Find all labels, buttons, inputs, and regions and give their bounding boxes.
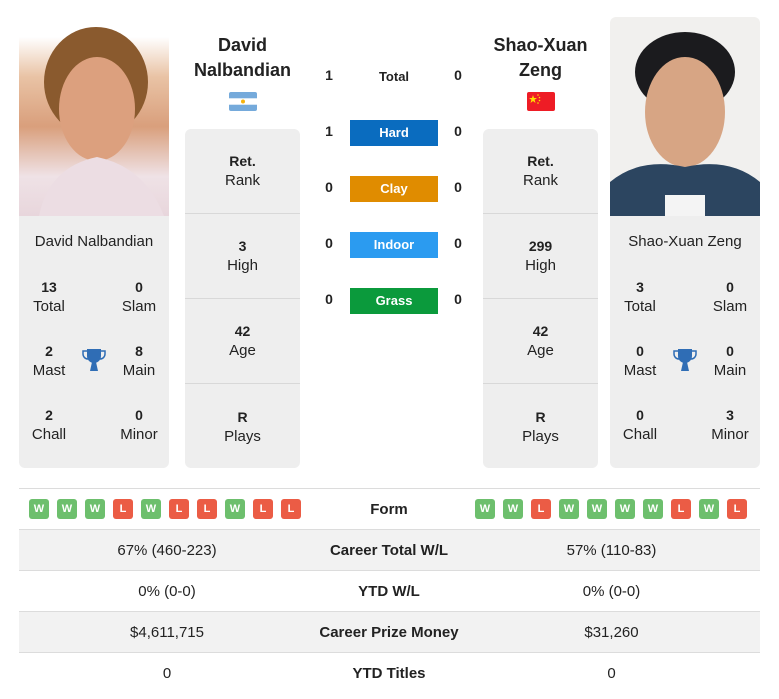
right-player-photo	[610, 17, 760, 216]
left-career-wl: 67% (460-223)	[117, 541, 217, 559]
left-titles-mast: 2 Mast	[32, 343, 66, 379]
form-badge-loss[interactable]: L	[253, 499, 273, 519]
form-badge-win[interactable]: W	[643, 499, 663, 519]
career-wl-label: Career Total W/L	[329, 541, 449, 559]
right-titles-minor: 3 Minor	[711, 407, 749, 443]
form-label: Form	[370, 500, 408, 518]
left-titles-chall: 2 Chall	[31, 407, 67, 443]
trophy-icon	[82, 347, 106, 378]
form-badge-win[interactable]: W	[615, 499, 635, 519]
form-badge-loss[interactable]: L	[197, 499, 217, 519]
h2h-indoor-left: 0	[325, 235, 333, 251]
left-plays: R Plays	[224, 408, 261, 445]
h2h-total-label: Total	[378, 69, 410, 84]
form-badge-loss[interactable]: L	[531, 499, 551, 519]
surface-clay-badge: Clay	[350, 176, 438, 202]
left-player-name[interactable]: David Nalbandian	[185, 33, 300, 83]
left-info-panel: Ret. Rank 3 High 42 Age R Plays	[185, 129, 300, 468]
right-plays: R Plays	[522, 408, 559, 445]
h2h-total-left: 1	[325, 67, 333, 83]
surface-grass-badge: Grass	[350, 288, 438, 314]
form-badge-win[interactable]: W	[475, 499, 495, 519]
form-badge-loss[interactable]: L	[281, 499, 301, 519]
prize-money-label: Career Prize Money	[319, 623, 459, 641]
form-badge-loss[interactable]: L	[113, 499, 133, 519]
right-ytd-titles: 0	[607, 664, 616, 682]
ytd-titles-label: YTD Titles	[352, 664, 426, 682]
left-ytd-titles: 0	[162, 664, 172, 682]
trophy-icon	[673, 347, 697, 378]
form-badge-win[interactable]: W	[29, 499, 49, 519]
form-badge-loss[interactable]: L	[727, 499, 747, 519]
right-player-name[interactable]: Shao-Xuan Zeng	[483, 33, 598, 83]
ytd-titles-row: 0 YTD Titles 0	[19, 652, 760, 693]
surface-indoor-badge: Indoor	[350, 232, 438, 258]
left-form: WWWLWLLWLL	[19, 499, 315, 519]
form-badge-loss[interactable]: L	[169, 499, 189, 519]
right-titles-mast: 0 Mast	[623, 343, 657, 379]
h2h-hard-left: 1	[325, 123, 333, 139]
right-prize-money: $31,260	[584, 623, 639, 641]
right-titles-total: 3 Total	[624, 279, 656, 315]
left-titles-main: 8 Main	[122, 343, 156, 379]
career-wl-row: 67% (460-223) Career Total W/L 57% (110-…	[19, 529, 760, 570]
form-badge-loss[interactable]: L	[671, 499, 691, 519]
ytd-wl-row: 0% (0-0) YTD W/L 0% (0-0)	[19, 570, 760, 611]
form-badge-win[interactable]: W	[559, 499, 579, 519]
right-ytd-wl: 0% (0-0)	[582, 582, 641, 600]
form-badge-win[interactable]: W	[503, 499, 523, 519]
h2h-indoor-right: 0	[454, 235, 462, 251]
left-player-fullname: David Nalbandian	[34, 233, 154, 250]
right-age: 42 Age	[483, 299, 598, 384]
right-high: 299 High	[483, 214, 598, 299]
h2h-total-right: 0	[454, 67, 462, 83]
right-career-wl: 57% (110-83)	[566, 541, 657, 559]
left-ytd-wl: 0% (0-0)	[138, 582, 196, 600]
right-player-fullname: Shao-Xuan Zeng	[628, 233, 742, 250]
h2h-grass-left: 0	[325, 291, 333, 307]
ytd-wl-label: YTD W/L	[358, 582, 420, 600]
form-badge-win[interactable]: W	[699, 499, 719, 519]
left-titles-total: 13 Total	[33, 279, 65, 315]
left-player-photo	[19, 17, 169, 216]
form-badge-win[interactable]: W	[57, 499, 77, 519]
right-titles-slam: 0 Slam	[712, 279, 748, 315]
left-age: 42 Age	[185, 299, 300, 384]
form-badge-win[interactable]: W	[587, 499, 607, 519]
right-titles-chall: 0 Chall	[622, 407, 658, 443]
right-rank: Ret. Rank	[483, 129, 598, 214]
h2h-clay-right: 0	[454, 179, 462, 195]
argentina-flag-icon	[229, 92, 257, 111]
h2h-grass-right: 0	[454, 291, 462, 307]
china-flag-icon	[527, 92, 555, 111]
surface-hard-badge: Hard	[350, 120, 438, 146]
right-info-panel: Ret. Rank 299 High 42 Age R Plays	[483, 129, 598, 468]
left-rank: Ret. Rank	[185, 129, 300, 214]
left-high: 3 High	[185, 214, 300, 299]
form-badge-win[interactable]: W	[141, 499, 161, 519]
right-form: WWLWWWWLWL	[463, 499, 760, 519]
form-badge-win[interactable]: W	[85, 499, 105, 519]
prize-money-row: $4,611,715 Career Prize Money $31,260	[19, 611, 760, 652]
h2h-clay-left: 0	[325, 179, 333, 195]
form-row: WWWLWLLWLL Form WWLWWWWLWL	[19, 488, 760, 529]
left-titles-minor: 0 Minor	[120, 407, 158, 443]
left-prize-money: $4,611,715	[130, 623, 204, 641]
right-titles-main: 0 Main	[713, 343, 747, 379]
h2h-hard-right: 0	[454, 123, 462, 139]
left-titles-slam: 0 Slam	[121, 279, 157, 315]
form-badge-win[interactable]: W	[225, 499, 245, 519]
